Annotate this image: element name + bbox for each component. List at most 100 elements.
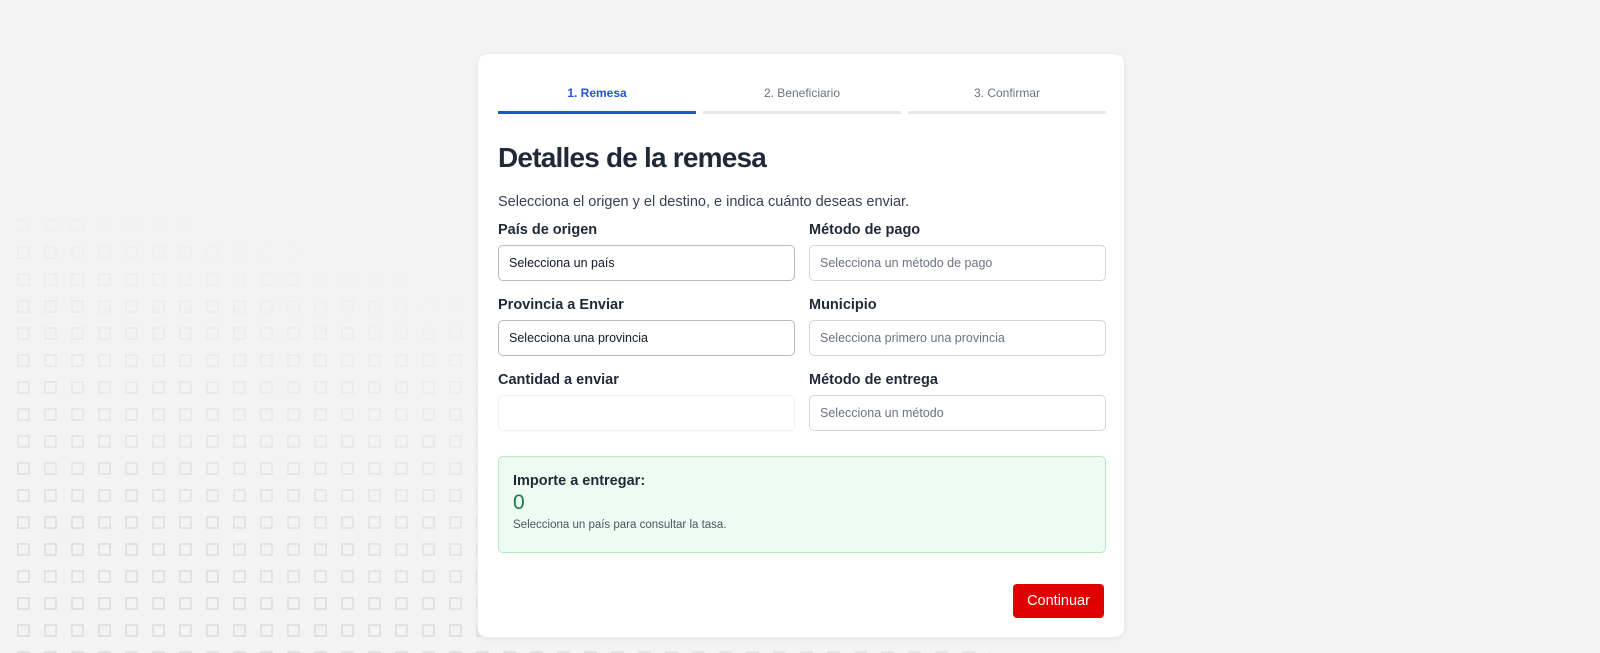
pattern-square	[260, 246, 273, 259]
municipality-select[interactable]: Selecciona primero una provincia	[809, 320, 1106, 356]
pattern-square	[17, 219, 30, 232]
pattern-square	[152, 516, 165, 529]
pattern-square	[287, 354, 300, 367]
pattern-square	[98, 489, 111, 502]
pattern-square	[125, 543, 138, 556]
continue-button[interactable]: Continuar	[1013, 584, 1104, 618]
pattern-square	[422, 300, 435, 313]
pattern-square	[449, 381, 462, 394]
pattern-square	[125, 516, 138, 529]
pattern-square	[314, 489, 327, 502]
pattern-square	[449, 624, 462, 637]
pattern-square	[71, 624, 84, 637]
pattern-square	[17, 624, 30, 637]
pattern-square	[152, 219, 165, 232]
page-subtitle: Selecciona el origen y el destino, e ind…	[498, 194, 910, 210]
pattern-square	[98, 543, 111, 556]
pattern-square	[17, 570, 30, 583]
pattern-square	[71, 300, 84, 313]
pattern-square	[179, 543, 192, 556]
pattern-square	[395, 597, 408, 610]
pattern-square	[233, 489, 246, 502]
pattern-square	[368, 516, 381, 529]
pattern-square	[98, 327, 111, 340]
pattern-square	[125, 327, 138, 340]
pattern-square	[233, 516, 246, 529]
pattern-square	[449, 597, 462, 610]
pattern-square	[179, 570, 192, 583]
province-select[interactable]: Selecciona una provincia	[498, 320, 795, 356]
pattern-square	[260, 381, 273, 394]
pattern-square	[125, 435, 138, 448]
pattern-square	[341, 489, 354, 502]
pattern-square	[422, 624, 435, 637]
pattern-square	[206, 408, 219, 421]
pattern-square	[17, 435, 30, 448]
pattern-square	[449, 516, 462, 529]
pattern-square	[395, 327, 408, 340]
pattern-square	[44, 354, 57, 367]
pattern-square	[17, 543, 30, 556]
pattern-square	[422, 381, 435, 394]
pattern-square	[152, 354, 165, 367]
pattern-square	[152, 300, 165, 313]
pattern-square	[17, 516, 30, 529]
pattern-square	[287, 435, 300, 448]
pattern-square	[260, 516, 273, 529]
pattern-square	[395, 489, 408, 502]
pattern-square	[98, 300, 111, 313]
municipality-label: Municipio	[809, 297, 877, 313]
pattern-square	[449, 489, 462, 502]
rate-hint: Selecciona un país para consultar la tas…	[513, 519, 727, 531]
step-beneficiario[interactable]: 2. Beneficiario	[703, 82, 901, 114]
pattern-square	[125, 219, 138, 232]
pattern-square	[422, 462, 435, 475]
pattern-square	[71, 219, 84, 232]
pattern-square	[287, 300, 300, 313]
delivery-method-label: Método de entrega	[809, 372, 938, 388]
pattern-square	[152, 462, 165, 475]
pattern-square	[206, 570, 219, 583]
pattern-square	[422, 354, 435, 367]
pattern-square	[206, 624, 219, 637]
pattern-square	[395, 381, 408, 394]
pattern-square	[71, 435, 84, 448]
pattern-square	[314, 408, 327, 421]
pattern-square	[449, 570, 462, 583]
pattern-square	[287, 381, 300, 394]
pattern-square	[287, 489, 300, 502]
pattern-square	[71, 327, 84, 340]
pattern-square	[314, 354, 327, 367]
remittance-card: 1. Remesa 2. Beneficiario 3. Confirmar D…	[477, 53, 1125, 638]
pattern-square	[125, 273, 138, 286]
pattern-square	[287, 597, 300, 610]
pattern-square	[44, 408, 57, 421]
pattern-square	[125, 489, 138, 502]
pattern-square	[233, 300, 246, 313]
origin-country-label: País de origen	[498, 222, 598, 238]
pattern-square	[341, 408, 354, 421]
pattern-square	[179, 489, 192, 502]
payment-method-select[interactable]: Selecciona un método de pago	[809, 245, 1106, 281]
pattern-square	[44, 246, 57, 259]
step-remesa[interactable]: 1. Remesa	[498, 82, 696, 114]
origin-country-select[interactable]: Selecciona un país	[498, 245, 795, 281]
pattern-square	[233, 327, 246, 340]
pattern-square	[341, 435, 354, 448]
pattern-square	[233, 354, 246, 367]
amount-input[interactable]	[498, 395, 795, 431]
pattern-square	[98, 597, 111, 610]
origin-country-field: País de origen Selecciona un país	[498, 222, 795, 281]
pattern-square	[17, 354, 30, 367]
step-confirmar[interactable]: 3. Confirmar	[908, 82, 1106, 114]
pattern-square	[152, 435, 165, 448]
pattern-square	[44, 435, 57, 448]
pattern-square	[206, 354, 219, 367]
pattern-square	[125, 381, 138, 394]
pattern-square	[152, 570, 165, 583]
pattern-square	[395, 624, 408, 637]
delivery-method-select[interactable]: Selecciona un método	[809, 395, 1106, 431]
pattern-square	[17, 381, 30, 394]
pattern-square	[98, 570, 111, 583]
pattern-square	[17, 408, 30, 421]
